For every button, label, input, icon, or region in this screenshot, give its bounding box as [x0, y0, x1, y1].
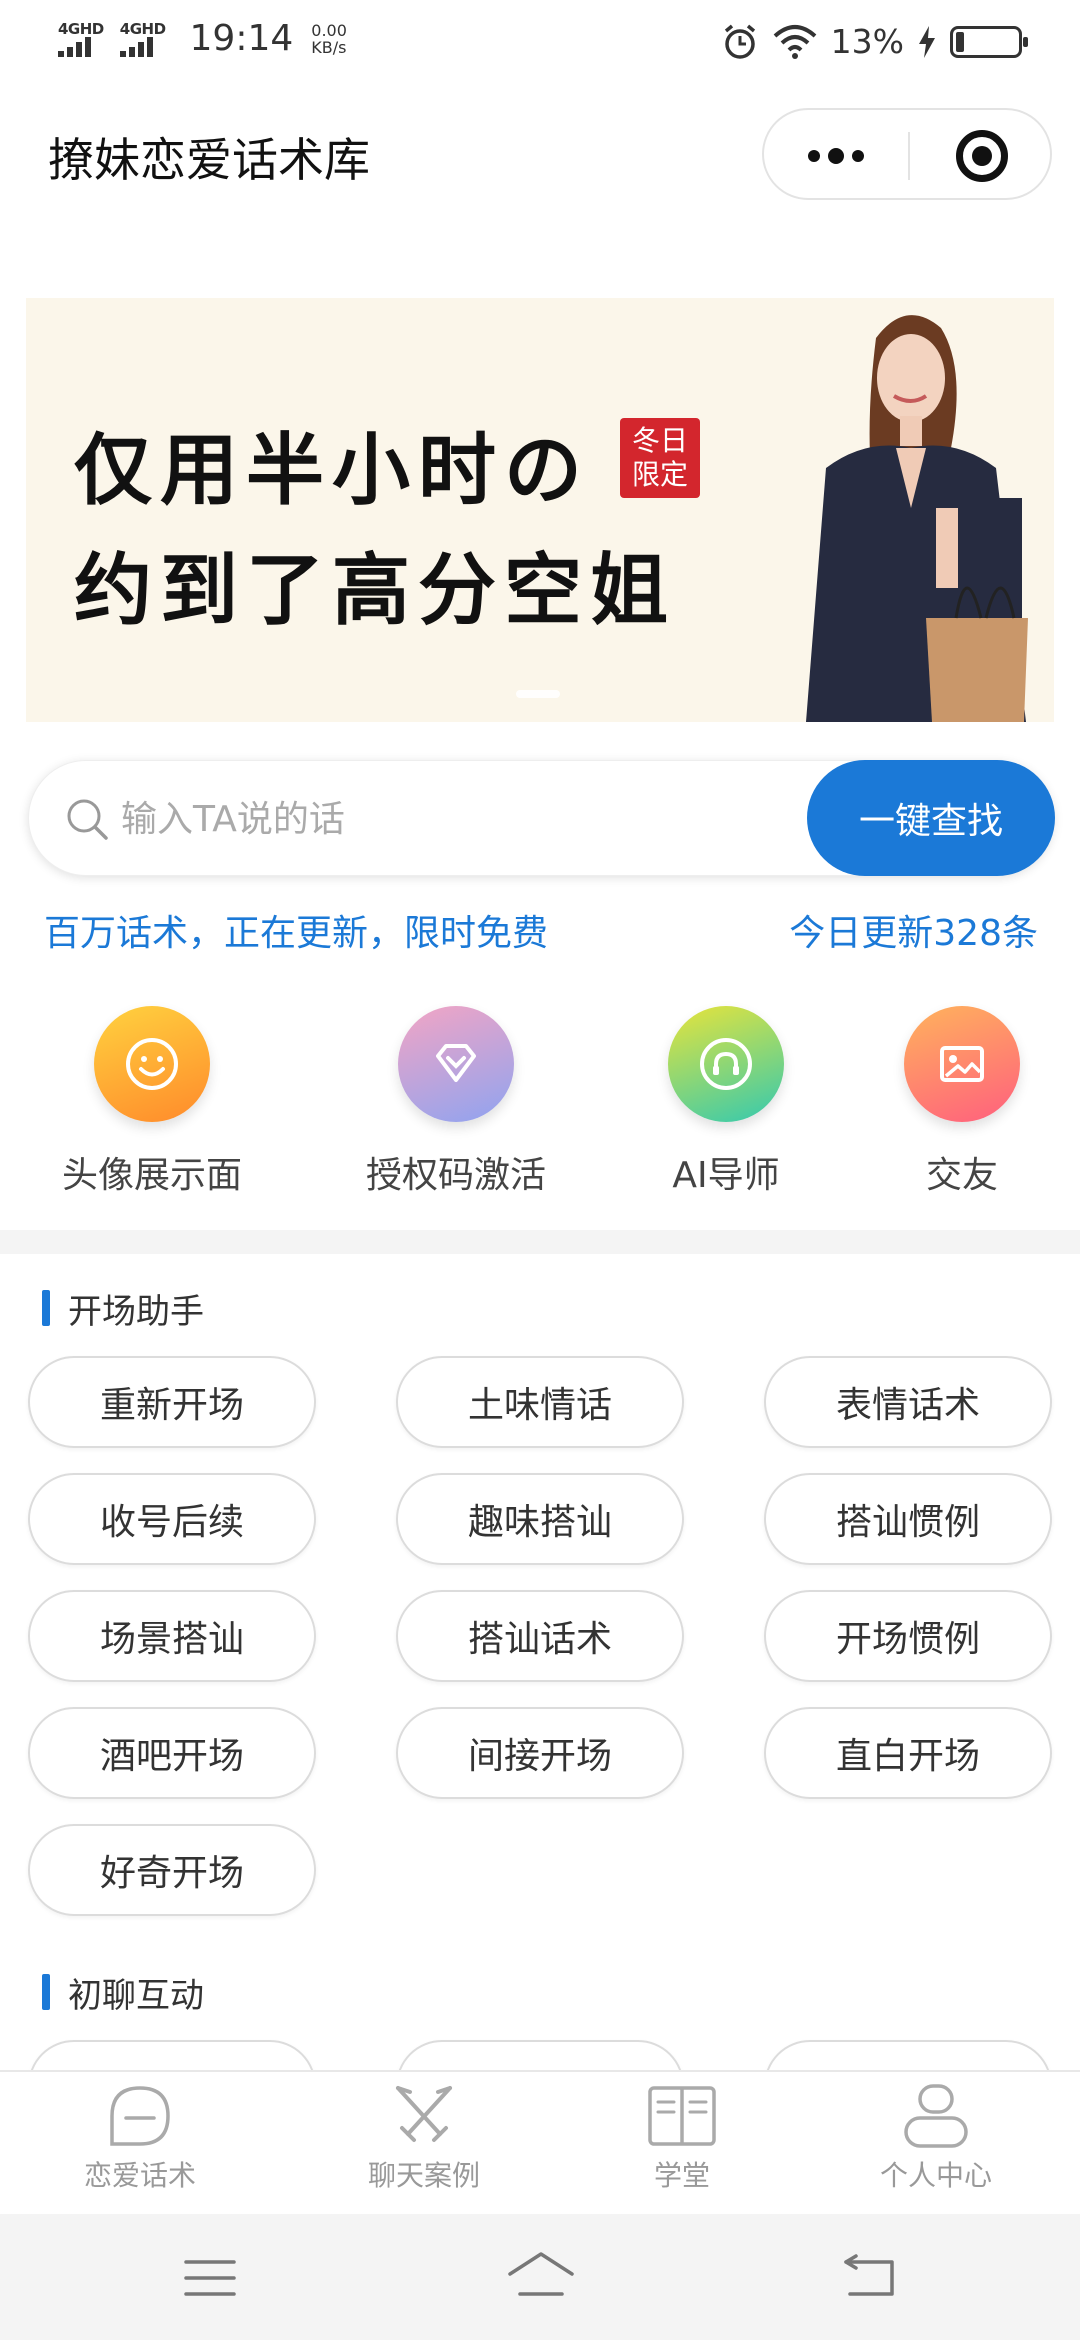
section-title-opening: 开场助手 [42, 1284, 204, 1333]
home-icon[interactable] [506, 2250, 576, 2300]
seal-text-2: 限定 [631, 458, 688, 491]
banner-woman-image [806, 315, 1028, 722]
signal-2-icon: 4GHD [119, 19, 166, 57]
tag-button[interactable]: 搭讪话术 [396, 1590, 684, 1682]
signal-1-label: 4GHD [58, 19, 104, 38]
tab-label: 个人中心 [879, 2159, 992, 2192]
quick-entry-auth-code[interactable]: 授权码激活 [336, 1006, 576, 1198]
banner-pagination [516, 690, 560, 698]
more-dot-icon [828, 148, 844, 164]
quick-entry-ai-mentor[interactable]: AI导师 [606, 1006, 846, 1198]
charging-icon [919, 25, 935, 58]
quick-entry-dating[interactable]: 交友 [842, 1006, 1080, 1198]
quick-entry-label: 头像展示面 [61, 1155, 242, 1196]
tab-label: 聊天案例 [367, 2159, 480, 2192]
chat-bubble-icon [110, 2086, 170, 2146]
alarm-icon [724, 24, 755, 59]
banner-headline-1: 仅用半小时の [74, 425, 591, 516]
promo-banner[interactable]: 仅用半小时の 约到了高分空姐 冬日 限定 [26, 298, 1054, 722]
user-icon [904, 2084, 968, 2148]
tab-profile[interactable]: 个人中心 [836, 2082, 1036, 2194]
network-speed: 0.00 KB/s [311, 22, 347, 56]
battery-icon [950, 25, 1028, 58]
smile-icon [94, 1006, 210, 1122]
banner-headline-2: 约到了高分空姐 [74, 545, 677, 636]
section-title-first-chat: 初聊互动 [42, 1968, 204, 2017]
tab-label: 恋爱话术 [83, 2159, 196, 2192]
more-dot-icon [808, 150, 820, 162]
back-icon[interactable] [842, 2254, 896, 2300]
menu-icon[interactable] [184, 2258, 236, 2298]
tag-button[interactable]: 酒吧开场 [28, 1707, 316, 1799]
nav-bar: 撩妹恋爱话术库 [0, 84, 1080, 224]
bottom-tab-bar: 恋爱话术 聊天案例 学堂 个人中心 [0, 2070, 1080, 2214]
signal-1-icon: 4GHD [58, 21, 104, 57]
tag-button[interactable]: 趣味搭讪 [396, 1473, 684, 1565]
tag-button[interactable]: 收号后续 [28, 1473, 316, 1565]
tag-button[interactable]: 土味情话 [396, 1356, 684, 1448]
more-menu-button[interactable] [800, 134, 872, 178]
status-time: 19:14 [189, 18, 294, 59]
banner-seal: 冬日 限定 [620, 418, 700, 498]
tab-love-scripts[interactable]: 恋爱话术 [40, 2082, 240, 2194]
signal-2-label: 4GHD [119, 19, 166, 38]
search-bar: 一键查找 [28, 760, 1055, 876]
system-navigation-bar [0, 2214, 1080, 2340]
more-dot-icon [852, 150, 864, 162]
tag-button[interactable]: 直白开场 [764, 1707, 1052, 1799]
tab-classroom[interactable]: 学堂 [582, 2082, 782, 2194]
headset-icon [668, 1006, 784, 1122]
search-icon [67, 799, 108, 840]
tag-button[interactable]: 搭讪惯例 [764, 1473, 1052, 1565]
promo-text-left: 百万话术，正在更新，限时免费 [44, 913, 549, 954]
network-speed-value: 0.00 [311, 20, 347, 40]
swords-icon [396, 2086, 452, 2142]
search-input[interactable] [121, 791, 801, 847]
search-button[interactable]: 一键查找 [807, 760, 1055, 876]
diamond-icon [398, 1006, 514, 1122]
network-speed-unit: KB/s [311, 37, 347, 57]
quick-entry-label: 交友 [925, 1155, 998, 1196]
quick-entry-avatar-showcase[interactable]: 头像展示面 [32, 1006, 272, 1198]
tab-chat-cases[interactable]: 聊天案例 [324, 2082, 524, 2194]
section-divider [0, 1230, 1080, 1254]
tag-button[interactable]: 表情话术 [764, 1356, 1052, 1448]
promo-text-right: 今日更新328条 [789, 913, 1038, 954]
tag-button[interactable]: 重新开场 [28, 1356, 316, 1448]
battery-percent: 13% [830, 22, 904, 61]
close-miniprogram-button[interactable] [956, 130, 1008, 182]
miniprogram-capsule [762, 108, 1052, 200]
seal-text-1: 冬日 [631, 424, 688, 457]
status-bar: 4GHD 4GHD 19:14 0.00 KB/s 13% [0, 0, 1080, 84]
book-icon [648, 2086, 716, 2146]
tab-label: 学堂 [653, 2159, 710, 2192]
quick-entry-label: 授权码激活 [365, 1155, 546, 1196]
tag-button[interactable]: 开场惯例 [764, 1590, 1052, 1682]
quick-entry-label: AI导师 [672, 1155, 780, 1196]
tag-button[interactable]: 场景搭讪 [28, 1590, 316, 1682]
tag-button[interactable]: 间接开场 [396, 1707, 684, 1799]
page-title: 撩妹恋爱话术库 [48, 133, 370, 187]
image-icon [904, 1006, 1020, 1122]
wifi-icon [773, 24, 816, 59]
tag-button[interactable]: 好奇开场 [28, 1824, 316, 1916]
capsule-divider [908, 132, 910, 180]
